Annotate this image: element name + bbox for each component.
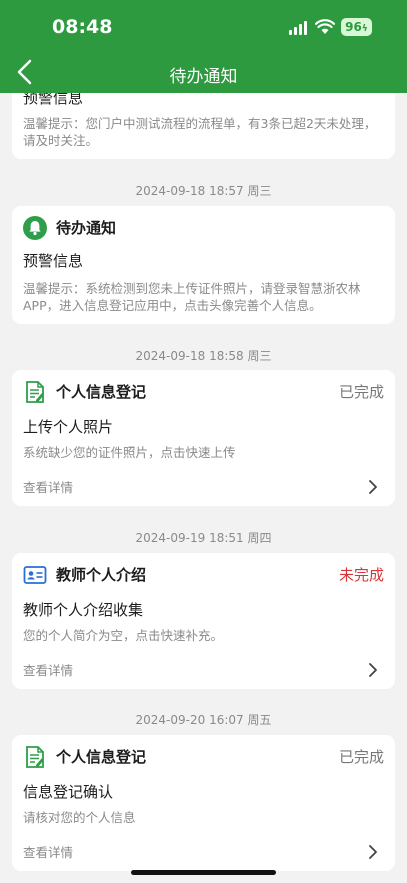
status-time: 08:48 (52, 16, 113, 38)
form-icon (26, 381, 44, 403)
id-card-icon (23, 566, 47, 584)
view-details-label: 查看详情 (23, 480, 74, 495)
timestamp: 2024-09-19 18:51 周四 (135, 531, 272, 545)
card-title: 预警信息 (23, 252, 84, 270)
card-description: 系统缺少您的证件照片，点击快速上传 (23, 445, 236, 460)
chevron-right-icon (369, 480, 377, 494)
notification-card[interactable]: 个人信息登记 已完成 上传个人照片 系统缺少您的证件照片，点击快速上传 查看详情 (12, 370, 395, 506)
status-badge: 未完成 (338, 566, 384, 584)
card-type: 个人信息登记 (56, 748, 147, 766)
cellular-signal-icon (289, 21, 309, 35)
status-badge: 已完成 (338, 748, 384, 766)
home-indicator[interactable] (131, 870, 276, 875)
card-description: 您的个人简介为空，点击快速补充。 (23, 628, 224, 643)
card-title: 上传个人照片 (23, 418, 114, 436)
form-icon (26, 746, 44, 768)
timestamp: 2024-09-18 18:57 周三 (135, 184, 272, 198)
battery-icon: 96ϟ (341, 18, 372, 36)
card-type: 待办通知 (56, 219, 117, 237)
card-description: 请核对您的个人信息 (23, 810, 136, 825)
nav-bar: 待办通知 (0, 52, 407, 93)
notification-list[interactable]: 预警信息 温馨提示：您门户中测试流程的流程单，有3条已超2天未处理，请及时关注。… (0, 93, 407, 883)
card-type: 教师个人介绍 (56, 566, 147, 584)
notification-card[interactable]: 教师个人介绍 未完成 教师个人介绍收集 您的个人简介为空，点击快速补充。 查看详… (12, 553, 395, 689)
status-badge: 已完成 (338, 383, 384, 401)
battery-level: 96 (345, 20, 362, 34)
view-details-label: 查看详情 (23, 845, 74, 860)
card-type: 个人信息登记 (56, 383, 147, 401)
timestamp: 2024-09-20 16:07 周五 (135, 713, 272, 727)
wifi-icon (315, 19, 335, 34)
notification-card[interactable]: 待办通知 预警信息 温馨提示：系统检测到您未上传证件照片，请登录智慧浙农林APP… (12, 206, 395, 324)
card-title: 信息登记确认 (23, 783, 114, 801)
card-description: 温馨提示：您门户中测试流程的流程单，有3条已超2天未处理，请及时关注。 (23, 116, 377, 148)
page-title: 待办通知 (169, 67, 238, 87)
chevron-right-icon (369, 845, 377, 859)
view-details-link[interactable]: 查看详情 (12, 469, 395, 506)
timestamp: 2024-09-18 18:58 周三 (135, 349, 272, 363)
card-description: 温馨提示：系统检测到您未上传证件照片，请登录智慧浙农林APP，进入信息登记应用中… (23, 281, 361, 313)
notification-card[interactable]: 预警信息 温馨提示：您门户中测试流程的流程单，有3条已超2天未处理，请及时关注。 (12, 93, 395, 159)
view-details-link[interactable]: 查看详情 (12, 652, 395, 689)
view-details-label: 查看详情 (23, 663, 74, 678)
view-details-link[interactable]: 查看详情 (12, 834, 395, 871)
status-bar: 08:48 96ϟ (0, 0, 407, 52)
notification-card[interactable]: 个人信息登记 已完成 信息登记确认 请核对您的个人信息 查看详情 (12, 735, 395, 871)
chevron-right-icon (369, 663, 377, 677)
card-title: 教师个人介绍收集 (23, 601, 144, 619)
card-title: 预警信息 (23, 93, 84, 107)
bell-icon (23, 216, 47, 240)
